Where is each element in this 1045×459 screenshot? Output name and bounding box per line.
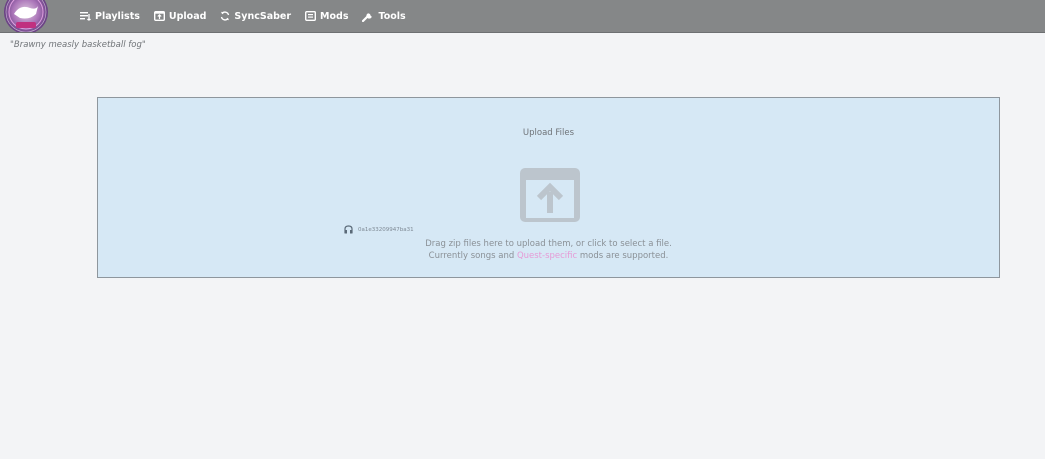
nav-menu: Playlists Upload SyncSaber Mods Tools (80, 0, 420, 32)
file-icon (344, 225, 353, 234)
upload-dropzone[interactable]: Upload Files 0a1e33209947ba31 Drag zip f… (97, 97, 1000, 278)
nav-upload[interactable]: Upload (153, 10, 207, 22)
sync-icon (221, 11, 230, 21)
upload-instruction-line1: Drag zip files here to upload them, or c… (425, 239, 672, 249)
nav-mods[interactable]: Mods (305, 11, 348, 22)
nav-mods-label: Mods (320, 10, 349, 22)
nav-tools[interactable]: Tools (362, 10, 406, 22)
instruction-line2-suffix: mods are supported. (577, 251, 669, 261)
nav-upload-label: Upload (168, 10, 207, 22)
nav-playlists-label: Playlists (95, 10, 140, 22)
nav-playlists[interactable]: Playlists (80, 11, 140, 22)
quest-specific-link[interactable]: Quest-specific (517, 251, 577, 261)
upload-box-icon (520, 168, 580, 222)
nav-tools-label: Tools (378, 10, 406, 22)
mods-icon (305, 11, 317, 21)
tagline: "Brawny measly basketball fog" (10, 40, 146, 50)
wrench-icon (362, 12, 373, 22)
dragged-file-name: 0a1e33209947ba31 (358, 226, 414, 233)
upload-icon (153, 11, 165, 21)
upload-instruction-line2: Currently songs and Quest-specific mods … (98, 250, 999, 262)
top-navbar: Playlists Upload SyncSaber Mods Tools (0, 0, 1045, 33)
playlists-icon (80, 11, 91, 21)
instruction-line2-prefix: Currently songs and (428, 251, 517, 261)
dragged-file: 0a1e33209947ba31 (344, 225, 414, 234)
upload-instructions: Drag zip files here to upload them, or c… (98, 238, 999, 262)
nav-syncsaber[interactable]: SyncSaber (220, 11, 291, 22)
nav-syncsaber-label: SyncSaber (234, 10, 292, 22)
upload-title: Upload Files (522, 128, 575, 138)
app-logo[interactable] (2, 0, 56, 32)
